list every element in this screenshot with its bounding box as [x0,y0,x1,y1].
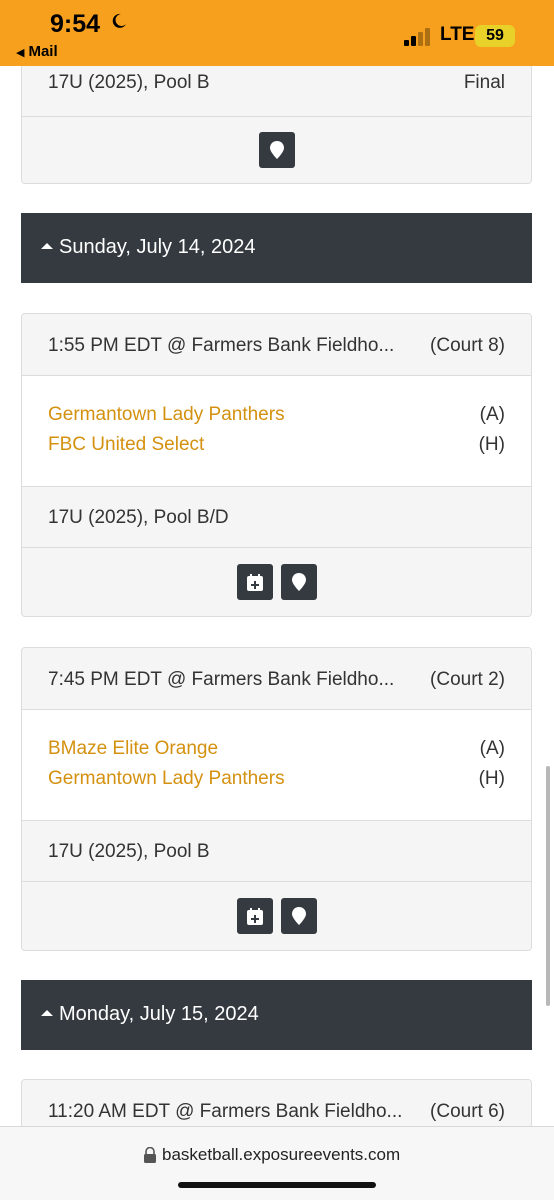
battery-indicator: 59 [475,25,515,47]
game-actions-row [22,117,531,183]
location-icon [269,141,284,159]
game-card: 11:20 AM EDT @ Farmers Bank Fieldho... (… [21,1079,532,1126]
day-header-monday[interactable]: Monday, July 15, 2024 [21,980,532,1050]
game-teams-row: BMaze Elite Orange (A) Germantown Lady P… [22,710,531,821]
day-label: Sunday, July 14, 2024 [59,236,256,258]
division-label: 17U (2025), Pool B [48,841,210,862]
game-time-venue: 11:20 AM EDT @ Farmers Bank Fieldho... [48,1101,403,1122]
add-to-calendar-icon [246,907,263,925]
moon-icon [112,13,126,28]
location-button[interactable] [280,564,317,600]
day-header-sunday[interactable]: Sunday, July 14, 2024 [21,213,532,283]
clock: 9:54 [50,10,101,38]
game-court: (Court 8) [430,335,505,356]
url-text: basketball.exposureevents.com [162,1145,401,1164]
game-card: 17U (2025), Pool B Final [21,66,532,184]
game-time-row: 7:45 PM EDT @ Farmers Bank Fieldho... (C… [22,648,531,710]
cellular-signal-icon [404,28,434,46]
division-label: 17U (2025), Pool B [48,72,210,93]
team-link[interactable]: FBC United Select [48,434,204,456]
game-division-row: 17U (2025), Pool B/D [22,487,531,548]
collapse-caret-icon [41,243,53,249]
game-division-row: 17U (2025), Pool B Final [22,66,531,117]
game-teams-row: Germantown Lady Panthers (A) FBC United … [22,376,531,487]
back-label: Mail [28,43,58,60]
game-division-row: 17U (2025), Pool B [22,821,531,882]
location-button[interactable] [280,898,317,934]
game-time-venue: 1:55 PM EDT @ Farmers Bank Fieldho... [48,335,395,356]
team-link[interactable]: Germantown Lady Panthers [48,404,285,426]
back-triangle-icon: ◀ [16,47,25,59]
home-indicator[interactable] [178,1182,376,1188]
location-button[interactable] [258,132,295,168]
game-time-venue: 7:45 PM EDT @ Farmers Bank Fieldho... [48,669,395,690]
location-icon [291,573,306,591]
game-card: 7:45 PM EDT @ Farmers Bank Fieldho... (C… [21,647,532,951]
add-to-calendar-button[interactable] [236,564,273,600]
add-to-calendar-button[interactable] [236,898,273,934]
day-label: Monday, July 15, 2024 [59,1003,259,1025]
game-card: 1:55 PM EDT @ Farmers Bank Fieldho... (C… [21,313,532,617]
game-court: (Court 6) [430,1101,505,1122]
back-to-mail-button[interactable]: ◀ Mail [16,43,58,60]
game-result: Final [463,72,505,93]
team-side: (A) [479,404,505,425]
network-type: LTE [440,24,475,45]
team-side: (H) [478,768,505,789]
division-label: 17U (2025), Pool B/D [48,507,229,528]
game-actions-row [22,548,531,616]
status-bar: 9:54 ◀ Mail LTE 59 [0,0,554,66]
game-court: (Court 2) [430,669,505,690]
team-link[interactable]: Germantown Lady Panthers [48,768,285,790]
schedule-content: 17U (2025), Pool B Final Sunday, July 14… [0,66,554,1126]
team-link[interactable]: BMaze Elite Orange [48,738,218,760]
game-time-row: 11:20 AM EDT @ Farmers Bank Fieldho... (… [22,1080,531,1126]
lock-icon [144,1147,156,1163]
location-icon [291,907,306,925]
collapse-caret-icon [41,1010,53,1016]
scrollbar[interactable] [546,766,550,1006]
team-side: (H) [478,434,505,455]
browser-url-bar[interactable]: basketball.exposureevents.com [0,1126,554,1200]
game-time-row: 1:55 PM EDT @ Farmers Bank Fieldho... (C… [22,314,531,376]
game-actions-row [22,882,531,950]
add-to-calendar-icon [246,573,263,591]
team-side: (A) [479,738,505,759]
